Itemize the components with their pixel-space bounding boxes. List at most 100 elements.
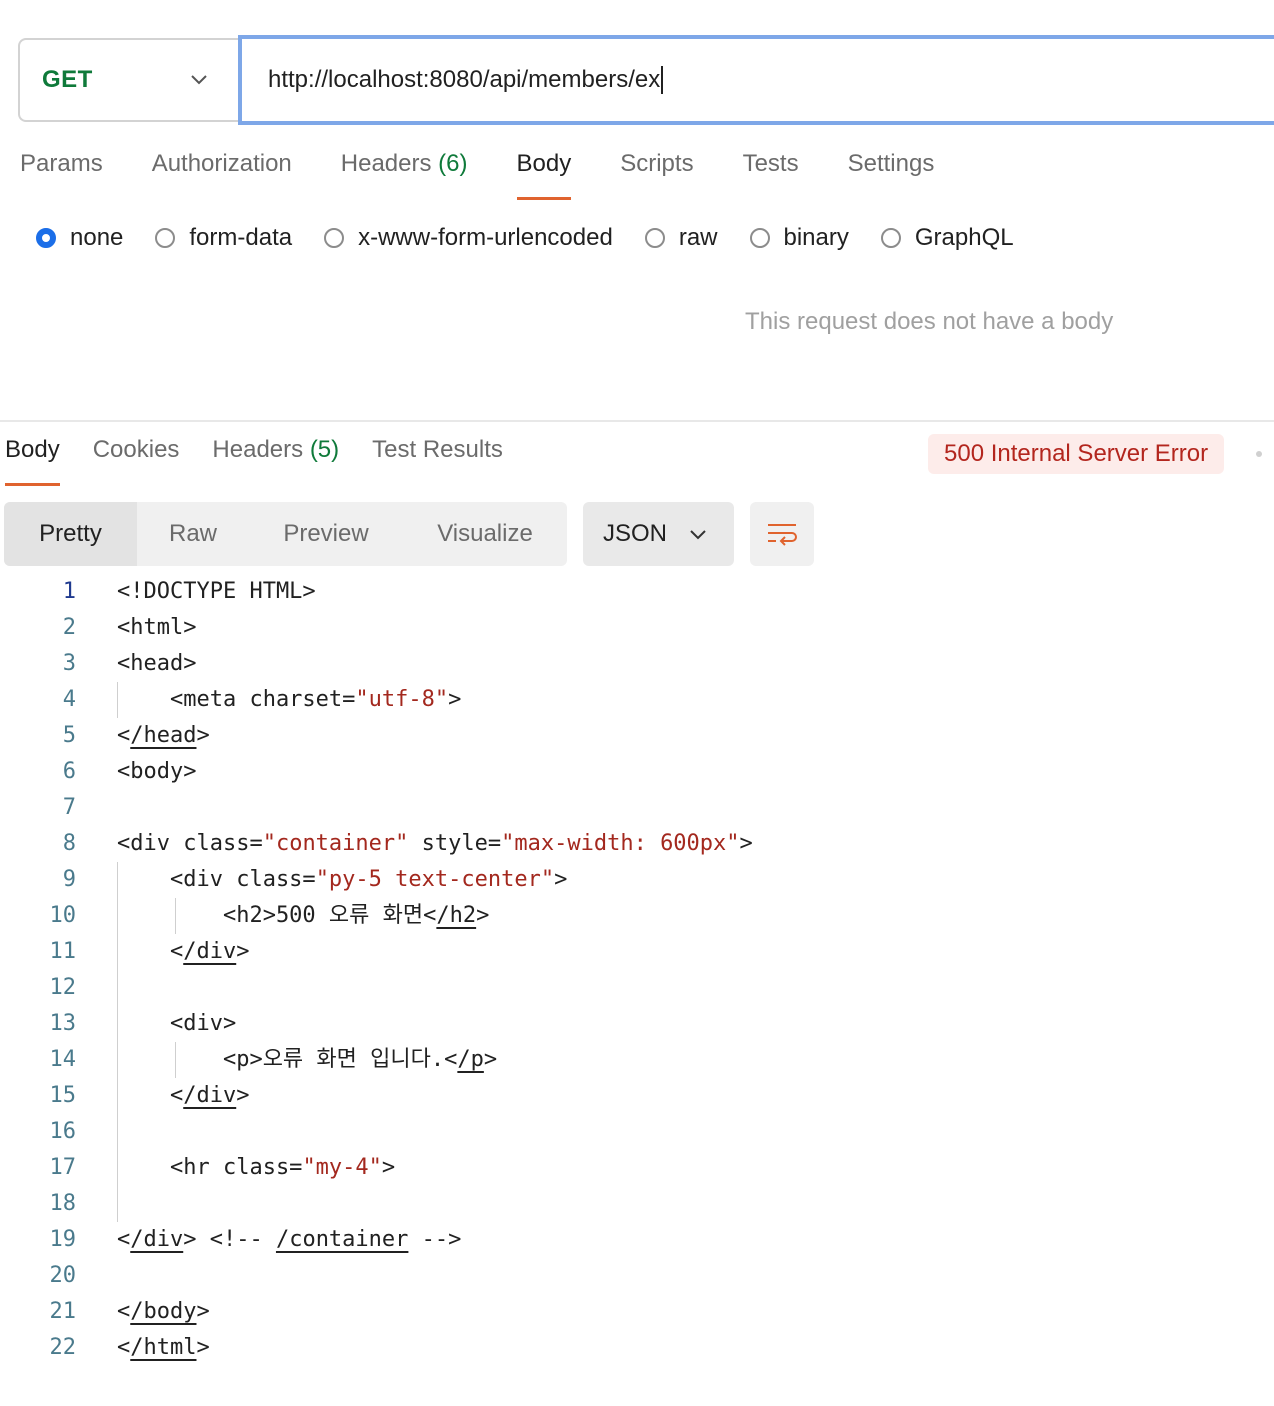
code-text: </div>	[117, 1083, 250, 1108]
wrap-lines-icon	[768, 524, 797, 546]
code-line: 4 <meta charset="utf-8">	[0, 682, 1274, 718]
code-line: 11 </div>	[0, 934, 1274, 970]
code-text: <html>	[117, 615, 197, 640]
response-tab-cookies[interactable]: Cookies	[93, 436, 180, 486]
format-select[interactable]: JSON	[583, 502, 734, 566]
tab-params[interactable]: Params	[20, 150, 103, 200]
response-code-editor[interactable]: 1 <!DOCTYPE HTML> 2 <html> 3 <head> 4 <meta ch…	[0, 574, 1274, 1366]
line-number: 5	[62, 723, 76, 748]
code-text: <p>오류 화면 입니다.</p>	[117, 1047, 498, 1072]
radio-graphql[interactable]: GraphQL	[880, 224, 1014, 252]
chevron-down-icon	[191, 75, 207, 85]
tab-headers[interactable]: Headers (6)	[341, 150, 468, 200]
tab-authorization[interactable]: Authorization	[152, 150, 292, 200]
line-number: 16	[49, 1119, 77, 1144]
code-lines: 1 <!DOCTYPE HTML> 2 <html> 3 <head> 4 <meta ch…	[0, 574, 1274, 1366]
radio-binary[interactable]: binary	[749, 224, 849, 252]
view-raw[interactable]: Raw	[137, 502, 249, 566]
response-tab-headers[interactable]: Headers (5)	[212, 436, 339, 486]
line-number: 1	[62, 579, 76, 604]
line-number: 2	[62, 615, 76, 640]
line-number: 9	[62, 867, 76, 892]
line-number: 20	[49, 1263, 77, 1288]
line-number: 17	[49, 1155, 77, 1180]
code-line: 18	[0, 1186, 1274, 1222]
code-line: 9 <div class="py-5 text-center">	[0, 862, 1274, 898]
code-line: 19 </div> <!-- /container -->	[0, 1222, 1274, 1258]
code-line: 15 </div>	[0, 1078, 1274, 1114]
code-text: <div>	[117, 1011, 237, 1036]
code-text: <head>	[117, 651, 197, 676]
chevron-down-icon	[690, 530, 706, 540]
url-text: http://localhost:8080/api/members/ex	[268, 66, 661, 93]
code-line: 12	[0, 970, 1274, 1006]
code-line: 13 <div>	[0, 1006, 1274, 1042]
line-number: 8	[62, 831, 76, 856]
line-number: 13	[49, 1011, 77, 1036]
line-number: 11	[49, 939, 77, 964]
code-line: 7	[0, 790, 1274, 826]
wrap-lines-button[interactable]	[750, 502, 814, 566]
code-line: 1 <!DOCTYPE HTML>	[0, 574, 1274, 610]
code-text: <meta charset="utf-8">	[117, 687, 462, 712]
code-text: </head>	[117, 723, 210, 748]
headers-count: (6)	[438, 150, 468, 177]
format-label: JSON	[603, 520, 668, 547]
code-text: </body>	[117, 1299, 210, 1324]
code-line: 20	[0, 1258, 1274, 1294]
code-line: 21 </body>	[0, 1294, 1274, 1330]
tab-settings[interactable]: Settings	[848, 150, 935, 200]
response-tab-body[interactable]: Body	[5, 436, 60, 486]
view-visualize[interactable]: Visualize	[403, 502, 567, 566]
line-number: 15	[49, 1083, 77, 1108]
code-text: <h2>500 오류 화면</h2>	[117, 903, 490, 928]
pane-divider[interactable]	[0, 420, 1274, 422]
code-line: 5 </head>	[0, 718, 1274, 754]
code-text: <div class="py-5 text-center">	[117, 867, 568, 892]
line-number: 6	[62, 759, 76, 784]
code-text: <hr class="my-4">	[117, 1155, 396, 1180]
code-line: 6 <body>	[0, 754, 1274, 790]
radio-icon	[324, 228, 345, 248]
radio-icon	[155, 228, 176, 248]
line-number: 3	[62, 651, 76, 676]
method-label: GET	[42, 66, 93, 93]
line-number: 18	[49, 1191, 77, 1216]
tab-scripts[interactable]: Scripts	[620, 150, 693, 200]
code-text: </html>	[117, 1335, 210, 1360]
radio-icon	[880, 228, 901, 248]
line-number: 14	[49, 1047, 77, 1072]
code-line: 17 <hr class="my-4">	[0, 1150, 1274, 1186]
code-text: <body>	[117, 759, 197, 784]
radio-form-data[interactable]: form-data	[155, 224, 292, 252]
no-body-message: This request does not have a body	[745, 308, 1114, 335]
line-number: 21	[49, 1299, 77, 1324]
radio-raw[interactable]: raw	[644, 224, 718, 252]
radio-icon	[644, 228, 665, 248]
status-badge[interactable]: 500 Internal Server Error	[928, 434, 1225, 474]
response-headers-count: (5)	[309, 436, 340, 463]
radio-checked-icon	[36, 228, 56, 248]
view-mode-group: Pretty Raw Preview Visualize	[4, 502, 567, 566]
view-pretty[interactable]: Pretty	[4, 502, 137, 566]
request-tabs: Params Authorization Headers (6) Body Sc…	[20, 150, 983, 200]
view-preview[interactable]: Preview	[249, 502, 403, 566]
status-dot	[1256, 451, 1262, 457]
code-text: <div class="container" style="max-width:…	[117, 831, 753, 856]
tab-tests[interactable]: Tests	[743, 150, 799, 200]
response-tab-test-results[interactable]: Test Results	[372, 436, 503, 486]
radio-none[interactable]: none	[36, 224, 123, 252]
radio-x-www-form-urlencoded[interactable]: x-www-form-urlencoded	[324, 224, 613, 252]
line-number: 22	[49, 1335, 77, 1360]
code-text: <!DOCTYPE HTML>	[117, 579, 316, 604]
response-tabs: Body Cookies Headers (5) Test Results	[5, 436, 536, 486]
tab-body[interactable]: Body	[516, 150, 571, 200]
line-number: 12	[49, 975, 77, 1000]
code-line: 22 </html>	[0, 1330, 1274, 1366]
radio-icon	[749, 228, 770, 248]
code-line: 10 <h2>500 오류 화면</h2>	[0, 898, 1274, 934]
url-input[interactable]: http://localhost:8080/api/members/ex	[238, 35, 1274, 125]
code-line: 14 <p>오류 화면 입니다.</p>	[0, 1042, 1274, 1078]
line-number: 19	[49, 1227, 77, 1252]
method-select[interactable]: GET	[18, 38, 238, 122]
